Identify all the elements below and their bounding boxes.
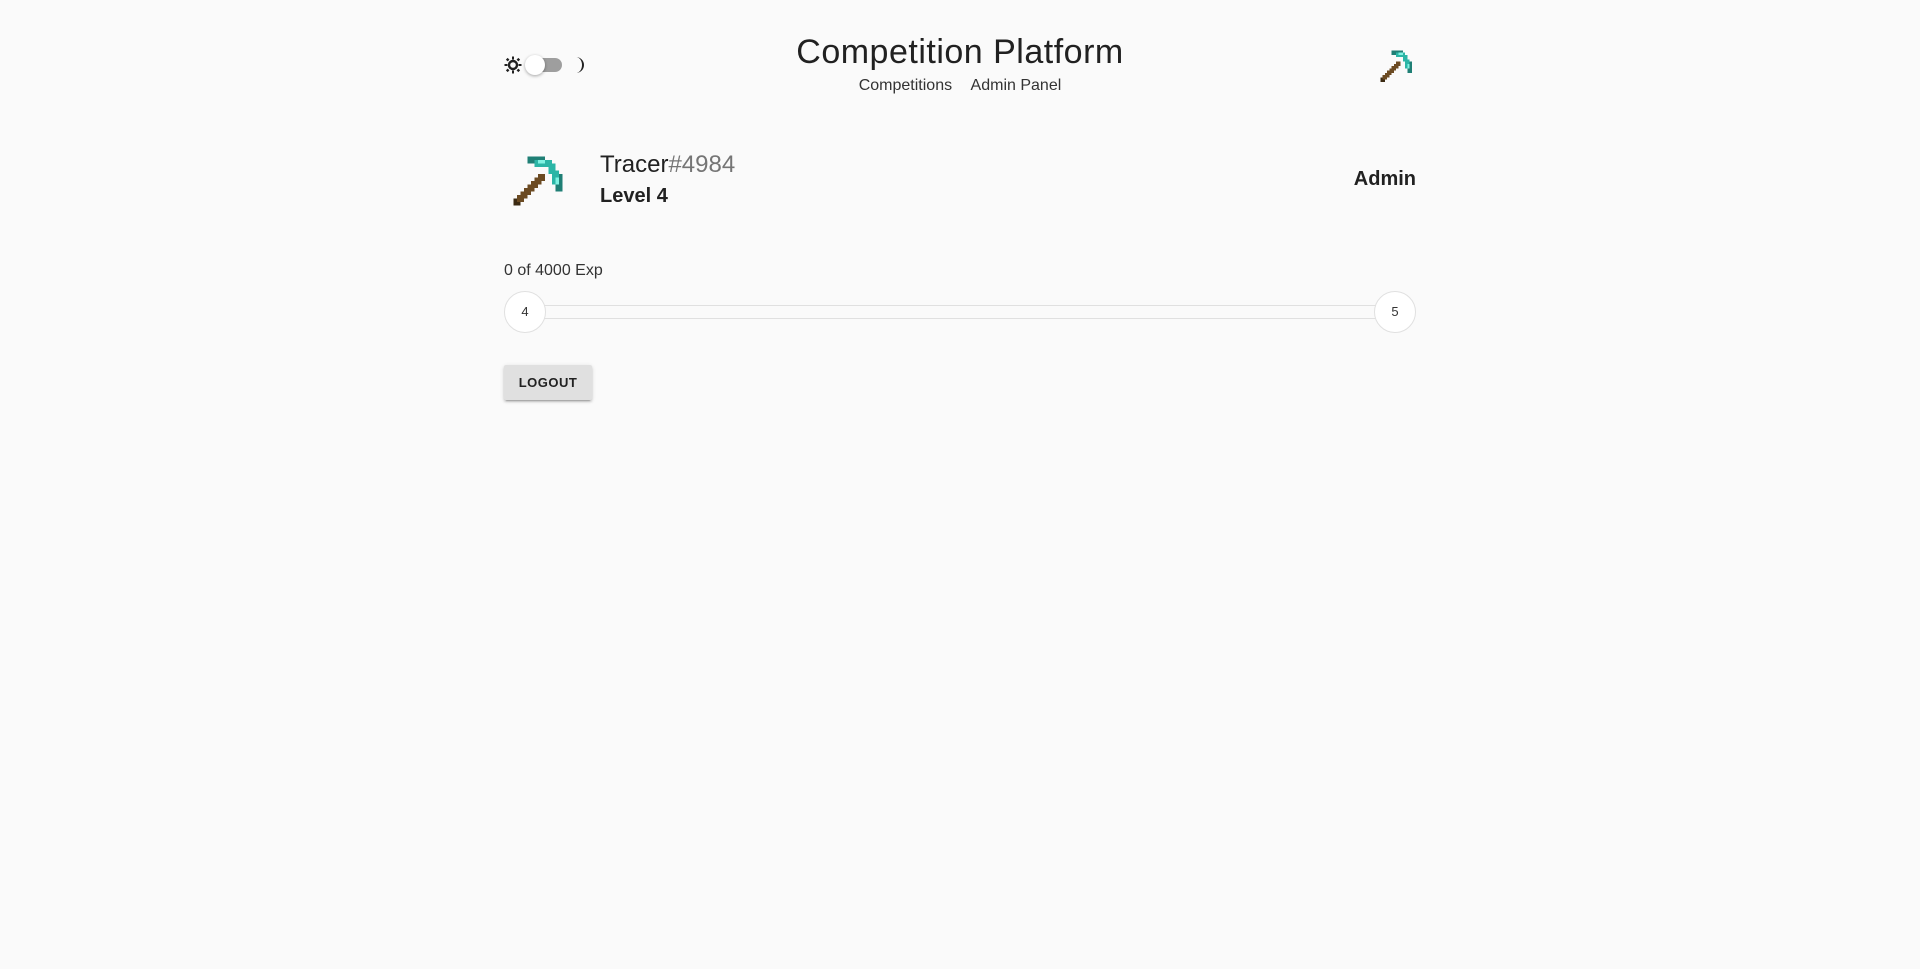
- pickaxe-icon: [513, 156, 563, 206]
- main-nav: Competitions Admin Panel: [504, 77, 1416, 95]
- exp-track: [524, 305, 1396, 319]
- level-label: Level 4: [600, 185, 668, 207]
- exp-progress-bar: 4 5: [504, 291, 1416, 333]
- username-discriminator: #4984: [668, 151, 736, 178]
- nav-link-competitions[interactable]: Competitions: [859, 77, 952, 94]
- profile-card: Tracer#4984 Level 4 Admin: [504, 150, 1416, 212]
- exp-label: 0 of 4000 Exp: [504, 262, 603, 279]
- next-level-circle: 5: [1374, 291, 1416, 333]
- pickaxe-icon[interactable]: [1378, 48, 1414, 84]
- role-badge: Admin: [1353, 168, 1416, 190]
- username-name: Tracer: [600, 151, 669, 178]
- nav-link-admin-panel[interactable]: Admin Panel: [971, 77, 1062, 94]
- username: Tracer#4984: [600, 150, 735, 180]
- logout-button[interactable]: LOGOUT: [504, 365, 592, 400]
- current-level-circle: 4: [504, 291, 546, 333]
- site-title: Competition Platform: [796, 33, 1124, 71]
- header: Competition Platform Competitions Admin …: [504, 0, 1416, 100]
- page: Competition Platform Competitions Admin …: [504, 0, 1416, 969]
